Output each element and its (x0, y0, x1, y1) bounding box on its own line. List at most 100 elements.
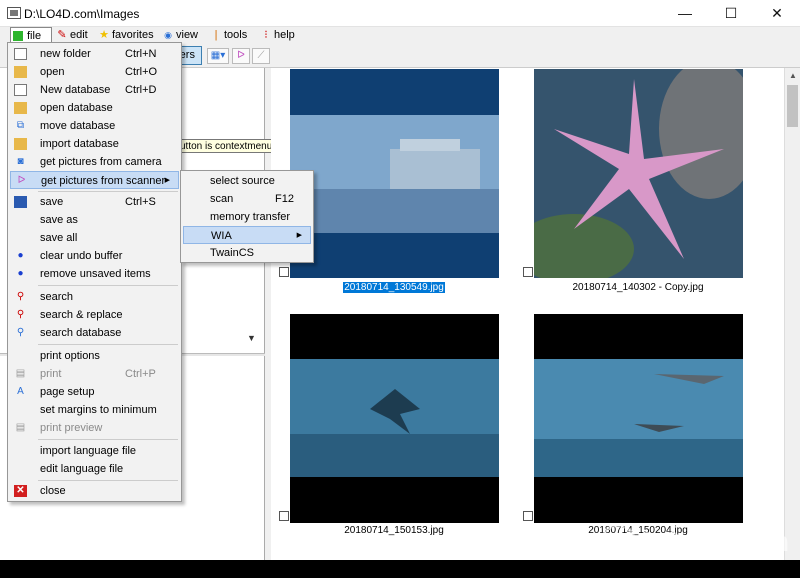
select-checkbox[interactable] (523, 267, 533, 277)
menu-item-open[interactable]: open Ctrl+O (10, 63, 179, 81)
submenu-item-select-source[interactable]: select source (183, 172, 311, 190)
menu-separator (38, 439, 178, 440)
watermark-text: LO4D.com (642, 526, 791, 557)
filename-label: 20180714_130549.jpg (343, 282, 445, 293)
thumbnail-image[interactable] (534, 69, 743, 278)
scanner-icon: ᐅ (17, 175, 26, 186)
menu-file[interactable]: file (10, 27, 52, 43)
menu-separator (38, 344, 178, 345)
menu-edit[interactable]: ✎ edit (54, 27, 94, 43)
move-database-icon: ⧉ (16, 120, 25, 131)
menu-item-edit-language[interactable]: edit language file (10, 460, 179, 478)
menu-item-search-replace[interactable]: ⚲ search & replace (10, 306, 179, 324)
menu-item-set-margins[interactable]: set margins to minimum (10, 401, 179, 419)
close-window-button[interactable]: ✕ (754, 0, 800, 27)
wand-icon[interactable]: ⟋ (252, 48, 270, 64)
file-menu-dropdown: new folder Ctrl+N open Ctrl+O New database… (7, 42, 182, 502)
printer-icon: ▤ (15, 368, 26, 379)
item-label: close (40, 485, 66, 497)
item-label: save all (40, 232, 78, 244)
watermark: LO4D.com (600, 520, 790, 560)
menu-item-print[interactable]: ▤ print Ctrl+P (10, 365, 179, 383)
save-icon (14, 196, 27, 208)
menu-item-new-folder[interactable]: new folder Ctrl+N (10, 45, 179, 63)
submenu-arrow-icon: ▶ (296, 232, 302, 239)
menu-bar: file ✎ edit ★ favorites ◉ view | tools ⁝… (0, 27, 800, 43)
menu-item-import-language[interactable]: import language file (10, 442, 179, 460)
edit-menu-icon: ✎ (57, 29, 67, 41)
menu-item-search[interactable]: ⚲ search (10, 288, 179, 306)
menu-view[interactable]: ◉ view (160, 27, 204, 43)
menu-item-move-database[interactable]: ⧉ move database (10, 117, 179, 135)
menu-file-label: file (27, 30, 42, 42)
item-label: get pictures from camera (40, 156, 162, 168)
menu-item-new-database[interactable]: New database Ctrl+D (10, 81, 179, 99)
help-icon: ⁝ (264, 29, 268, 41)
menu-item-save[interactable]: save Ctrl+S (10, 193, 179, 211)
thumbnail-image[interactable] (534, 314, 743, 523)
search-replace-icon: ⚲ (16, 309, 25, 320)
scanner-icon[interactable]: ᐅ (232, 48, 250, 64)
app-icon (7, 7, 21, 19)
menu-item-open-database[interactable]: open database (10, 99, 179, 117)
search-icon: ⚲ (16, 291, 25, 302)
menu-separator (38, 480, 178, 481)
menu-separator (38, 285, 178, 286)
file-menu-icon (13, 31, 23, 41)
menu-item-save-all[interactable]: save all (10, 229, 179, 247)
select-checkbox[interactable] (279, 511, 289, 521)
item-shortcut: Ctrl+N (125, 48, 157, 60)
starfish-photo (534, 69, 743, 278)
item-label: get pictures from scanner (41, 175, 166, 187)
item-label: search & replace (40, 309, 123, 321)
item-label: print preview (40, 422, 103, 434)
menu-tools[interactable]: | tools (208, 27, 253, 43)
menu-favorites-label: favorites (112, 29, 154, 41)
item-label: New database (40, 84, 111, 96)
menu-item-save-as[interactable]: save as (10, 211, 179, 229)
menu-item-close[interactable]: ✕ close (10, 482, 179, 500)
menu-favorites[interactable]: ★ favorites (96, 27, 160, 43)
folder-open-icon (14, 66, 27, 78)
scrollbar-thumb[interactable] (787, 85, 798, 127)
menu-item-get-from-scanner[interactable]: ᐅ get pictures from scanner ▶ (10, 171, 179, 189)
item-label: clear undo buffer (40, 250, 123, 262)
menu-item-get-from-camera[interactable]: ◙ get pictures from camera (10, 153, 179, 171)
remove-icon: ● (17, 268, 24, 279)
page-setup-icon: A (17, 386, 24, 397)
minimize-button[interactable]: — (662, 0, 708, 27)
scroll-up-icon[interactable]: ▲ (785, 68, 800, 84)
maximize-button[interactable]: ☐ (708, 0, 754, 27)
chevron-down-icon[interactable]: ▼ (247, 333, 256, 343)
undo-icon: ● (17, 250, 24, 261)
tooltip: utton is contextmenu! (176, 139, 280, 153)
submenu-item-twaincs[interactable]: TwainCS (183, 244, 311, 262)
menu-item-import-database[interactable]: import database (10, 135, 179, 153)
select-checkbox[interactable] (523, 511, 533, 521)
menu-item-search-database[interactable]: ⚲ search database (10, 324, 179, 342)
item-shortcut: Ctrl+S (125, 196, 156, 208)
vertical-scrollbar[interactable]: ▲ (784, 68, 800, 560)
menu-help[interactable]: ⁝ help (258, 27, 301, 43)
menu-item-print-preview[interactable]: ▤ print preview (10, 419, 179, 437)
menu-help-label: help (274, 29, 295, 41)
thumbnail-image[interactable] (290, 69, 499, 278)
folder-open-icon (14, 102, 27, 114)
thumbnail-image[interactable] (290, 314, 499, 523)
menu-item-print-options[interactable]: print options (10, 347, 179, 365)
menu-view-label: view (176, 29, 199, 41)
submenu-item-scan[interactable]: scan F12 (183, 190, 311, 208)
item-label: select source (210, 175, 275, 187)
item-label: save (40, 196, 64, 208)
manta-ray-photo (290, 314, 499, 523)
menu-item-clear-undo[interactable]: ● clear undo buffer (10, 247, 179, 265)
submenu-item-wia[interactable]: WIA ▶ (183, 226, 311, 244)
item-label: search (40, 291, 74, 303)
select-checkbox[interactable] (279, 267, 289, 277)
star-icon: ★ (99, 29, 109, 41)
thumbnail-gallery[interactable]: 20180714_130549.jpg 20180714_140302 - Co… (271, 68, 784, 560)
view-mode-icon[interactable]: ▦▾ (207, 48, 229, 64)
menu-item-remove-unsaved[interactable]: ● remove unsaved items (10, 265, 179, 283)
menu-item-page-setup[interactable]: Apage setup (10, 383, 179, 401)
submenu-item-memory-transfer[interactable]: memory transfer (183, 208, 311, 226)
